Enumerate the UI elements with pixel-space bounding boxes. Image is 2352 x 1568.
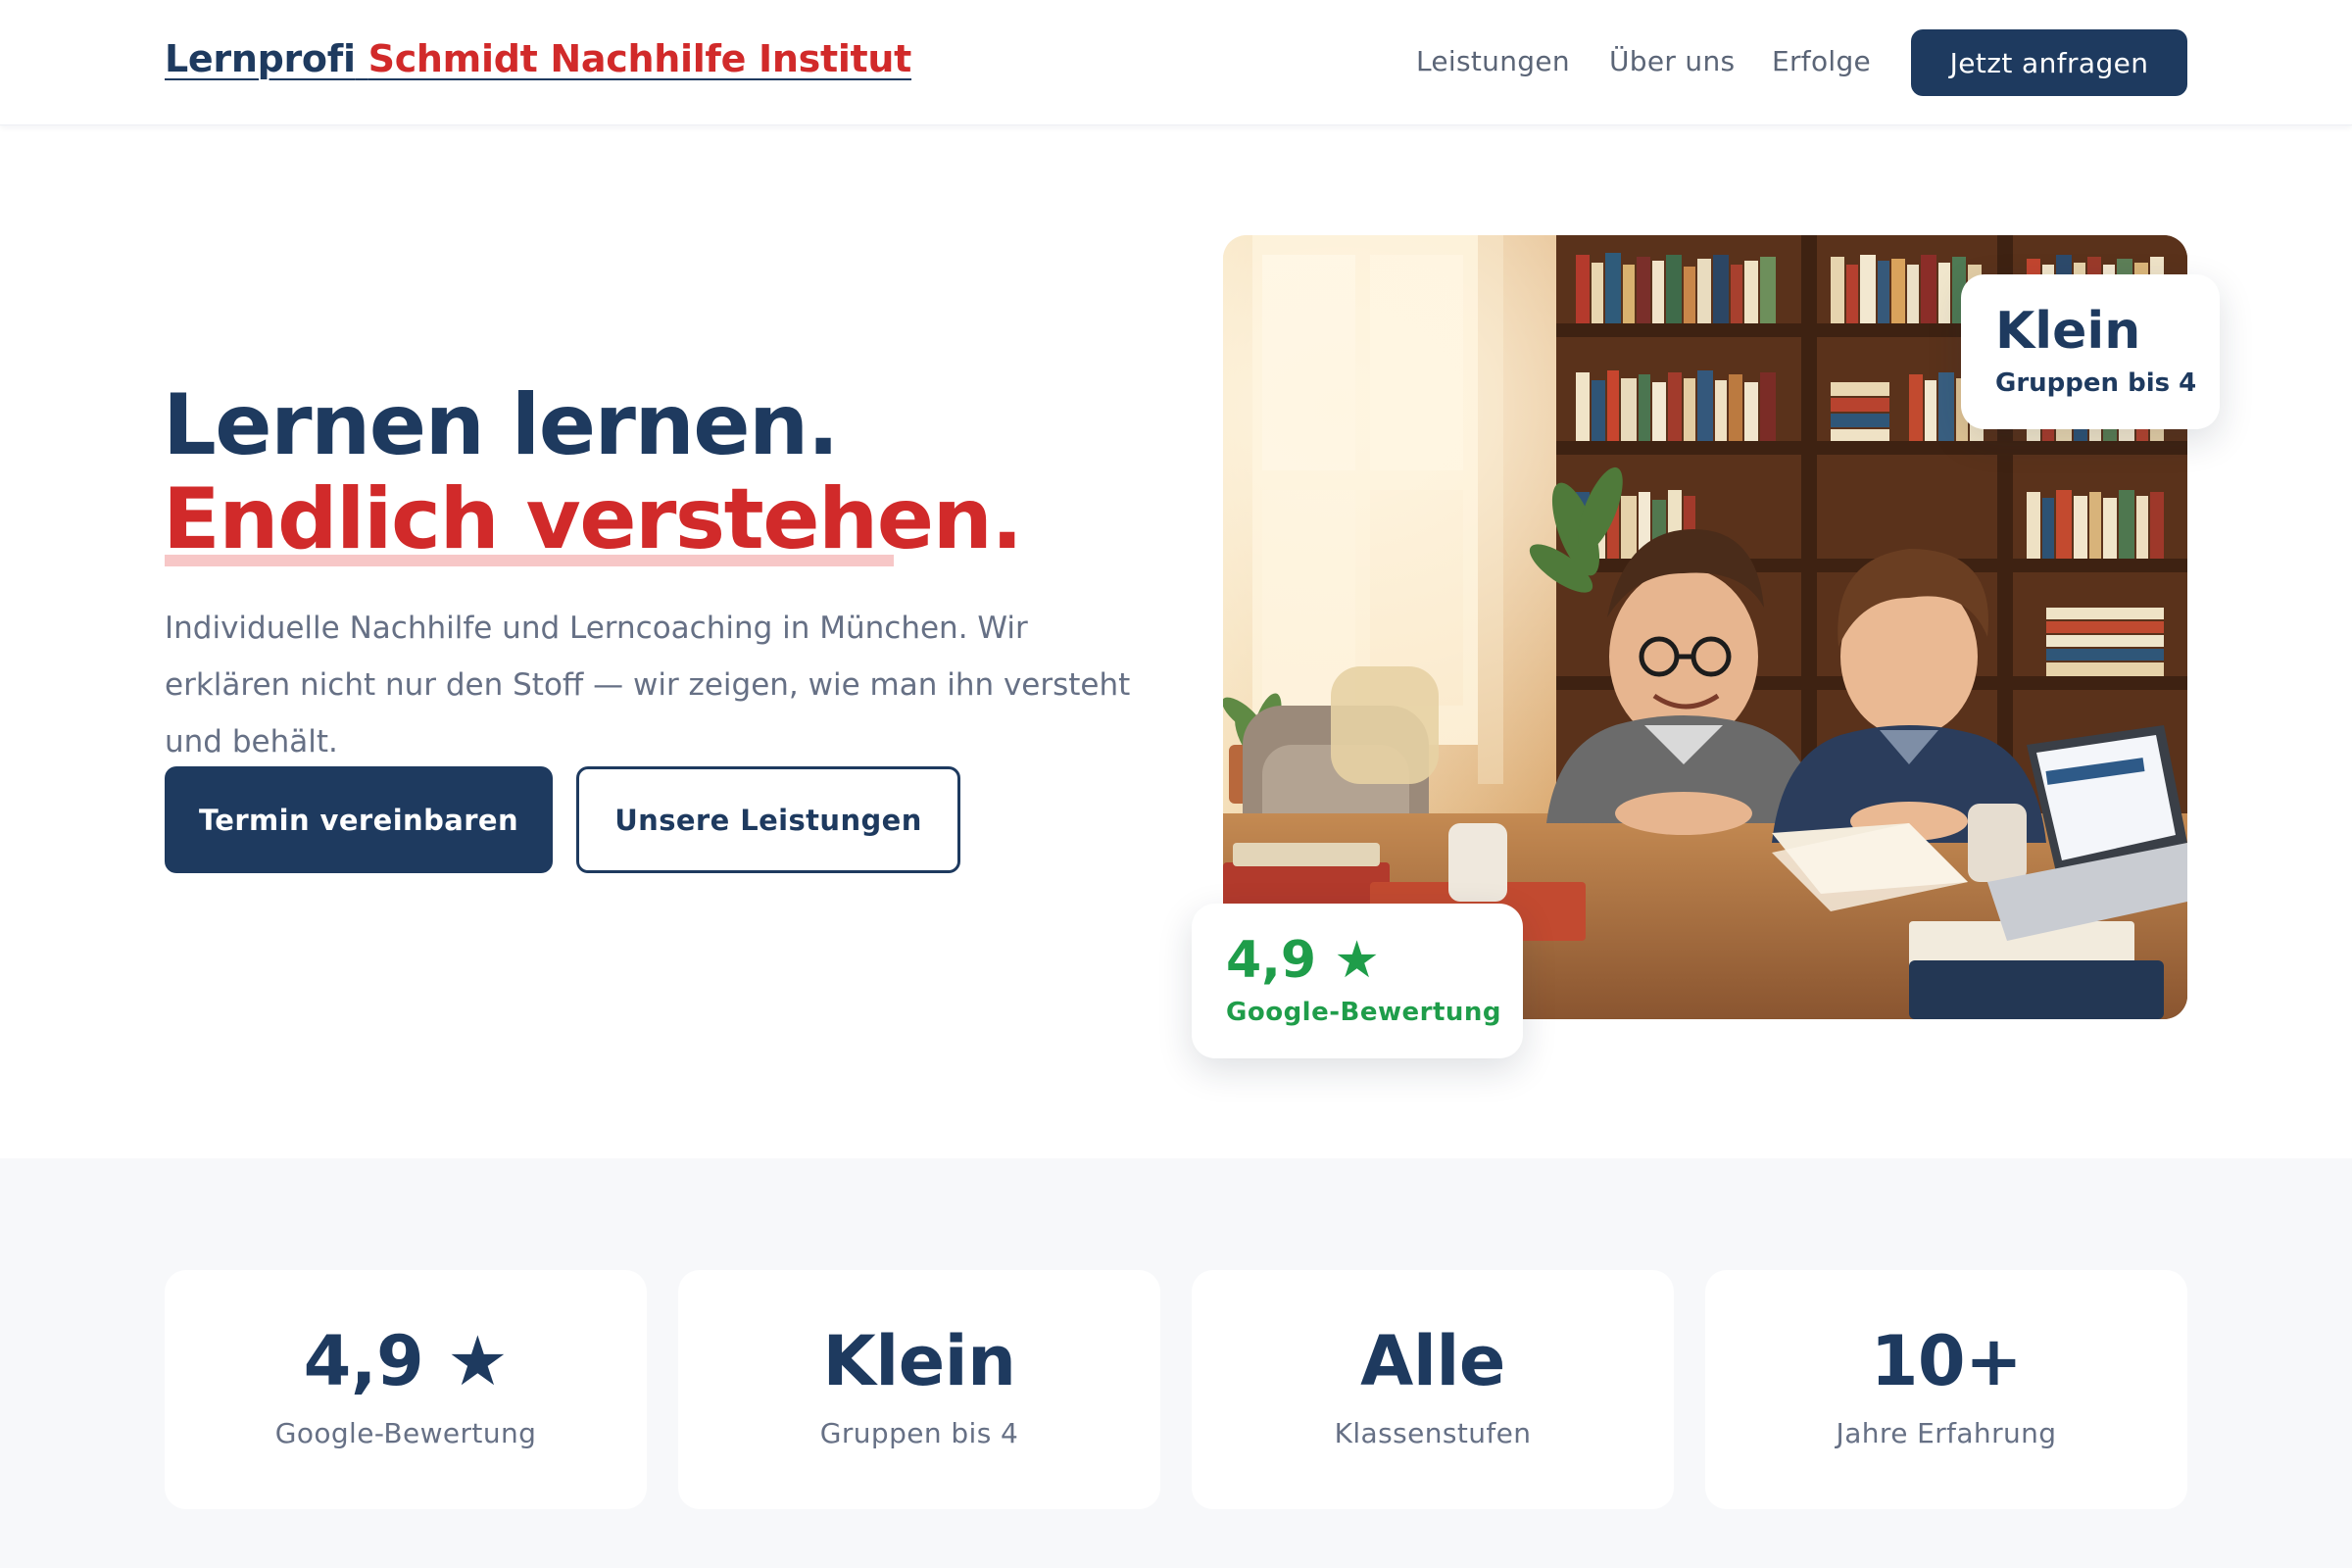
group-size-badge-label: Gruppen bis 4	[1995, 368, 2197, 398]
stat-card-grades: Alle Klassenstufen	[1192, 1270, 1674, 1509]
hero-title-line2: Endlich verstehen.	[163, 470, 1023, 568]
stat-value: Klein	[822, 1321, 1016, 1401]
stat-card-rating: 4,9 ★ Google-Bewertung	[165, 1270, 647, 1509]
stat-card-experience: 10+ Jahre Erfahrung	[1705, 1270, 2187, 1509]
request-button[interactable]: Jetzt anfragen	[1911, 29, 2187, 96]
hero-title-line1: Lernen lernen.	[163, 376, 839, 474]
rating-badge-value: 4,9 ★	[1226, 931, 1380, 990]
group-size-badge: Klein Gruppen bis 4	[1961, 274, 2220, 429]
hero-description: Individuelle Nachhilfe und Lerncoaching …	[165, 611, 1131, 760]
nav-link-leistungen[interactable]: Leistungen	[1416, 45, 1570, 77]
stat-label: Google-Bewertung	[274, 1417, 537, 1449]
nav-link-erfolge[interactable]: Erfolge	[1772, 45, 1871, 77]
stat-value: 10+	[1870, 1321, 2023, 1401]
logo-name: Schmidt Nachhilfe Institut	[368, 37, 912, 80]
logo-brand: Lernprofi	[165, 37, 356, 80]
stat-label: Jahre Erfahrung	[1836, 1417, 2057, 1449]
site-logo[interactable]: Lernprofi Schmidt Nachhilfe Institut	[165, 37, 911, 80]
stat-label: Klassenstufen	[1334, 1417, 1532, 1449]
stat-label: Gruppen bis 4	[819, 1417, 1019, 1449]
stat-value: 4,9 ★	[303, 1321, 509, 1401]
stat-value: Alle	[1360, 1321, 1505, 1401]
group-size-badge-value: Klein	[1995, 302, 2141, 361]
our-services-button[interactable]: Unsere Leistungen	[576, 766, 960, 873]
stat-card-group-size: Klein Gruppen bis 4	[678, 1270, 1160, 1509]
rating-badge: 4,9 ★ Google-Bewertung	[1192, 904, 1523, 1058]
site-header: Lernprofi Schmidt Nachhilfe Institut Lei…	[0, 0, 2352, 125]
nav-link-ueber-uns[interactable]: Über uns	[1609, 45, 1735, 77]
rating-badge-label: Google-Bewertung	[1226, 998, 1501, 1027]
book-appointment-button[interactable]: Termin vereinbaren	[165, 766, 553, 873]
